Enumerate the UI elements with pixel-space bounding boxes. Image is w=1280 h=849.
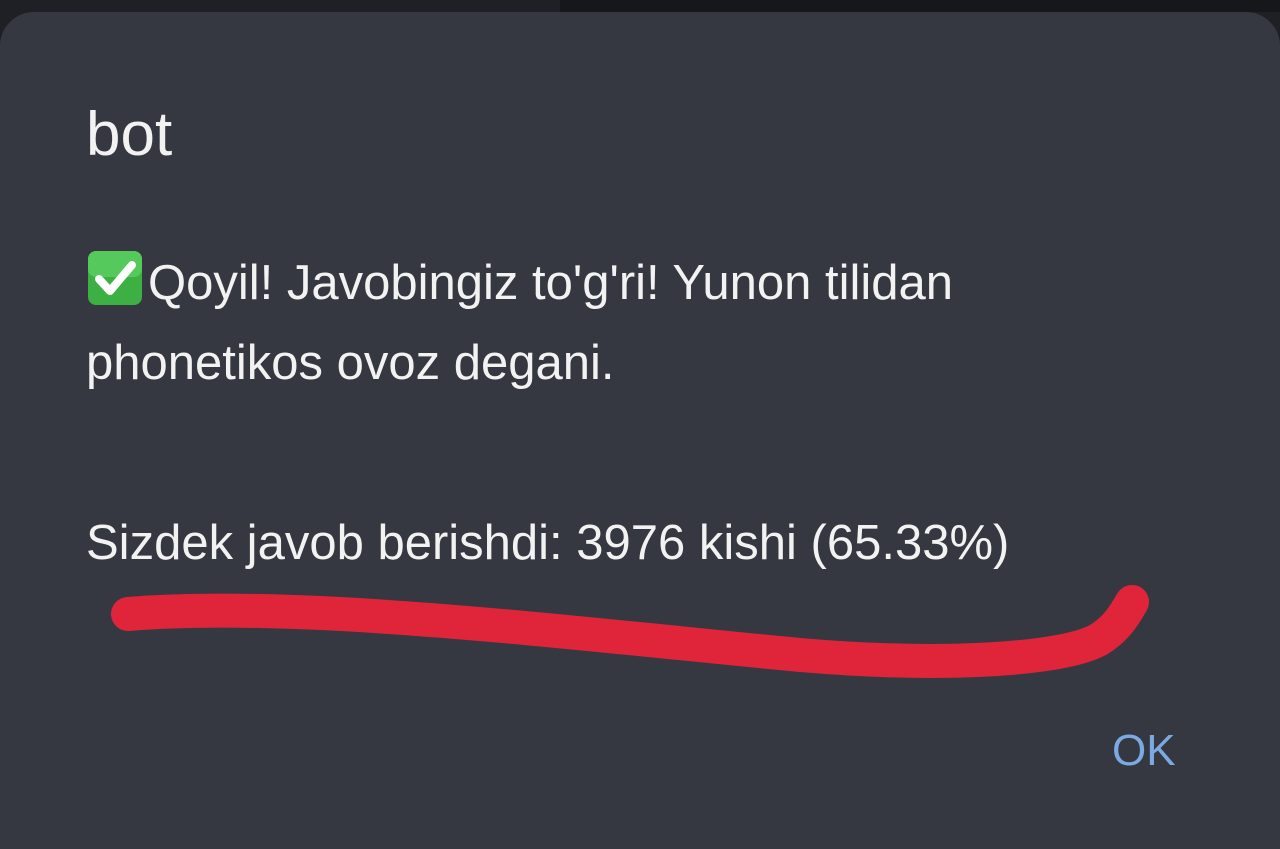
ok-button[interactable]: OK <box>1098 722 1190 780</box>
alert-dialog: bot <box>0 12 1280 849</box>
dialog-title: bot <box>86 100 173 169</box>
message-text-2: phonetikos ovoz degani. <box>86 336 615 390</box>
message-line-1: Qoyil! Javobingiz to'g'ri! Yunon tilidan <box>86 243 1196 323</box>
background-strip <box>560 0 1280 12</box>
message-text-1: Qoyil! Javobingiz to'g'ri! Yunon tilidan <box>148 256 954 310</box>
answer-stats-text: Sizdek javob berishdi: 3976 kishi (65.33… <box>86 516 1010 570</box>
check-mark-button-icon <box>88 251 142 305</box>
dialog-message: Qoyil! Javobingiz to'g'ri! Yunon tilidan… <box>86 243 1196 403</box>
